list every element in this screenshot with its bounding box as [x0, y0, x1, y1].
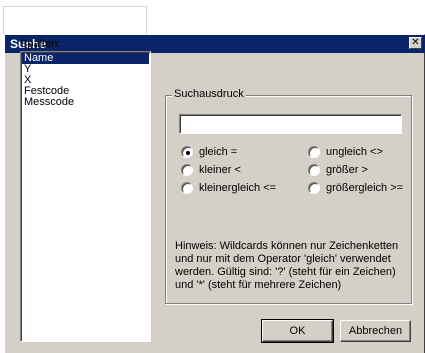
radio-button-icon [181, 164, 193, 176]
radio-label: kleiner < [199, 164, 241, 176]
radio-button-icon [308, 182, 320, 194]
radio-button-icon [308, 146, 320, 158]
search-expression-title: Suchausdruck [172, 88, 246, 101]
columns-listbox[interactable]: Name Y X Festcode Messcode [20, 51, 151, 342]
radio-label: gleich = [199, 146, 238, 158]
columns-label: Spalten: [20, 38, 61, 50]
radio-dot-icon [186, 151, 190, 155]
list-item[interactable]: Y [22, 64, 149, 75]
ok-button[interactable]: OK [261, 319, 334, 343]
background-window-stub [3, 6, 147, 34]
list-item[interactable]: Messcode [22, 97, 149, 108]
radio-label: größer > [326, 164, 368, 176]
search-input[interactable] [179, 114, 402, 134]
radio-label: größergleich >= [326, 182, 404, 194]
radio-label: ungleich <> [326, 146, 383, 158]
cancel-button[interactable]: Abbrechen [340, 320, 411, 342]
wildcard-hint: Hinweis: Wildcards können nur Zeichenket… [175, 240, 399, 291]
radio-button-icon [308, 164, 320, 176]
radio-label: kleinergleich <= [199, 182, 277, 194]
close-icon[interactable]: ✕ [409, 37, 422, 49]
list-item[interactable]: Name [22, 53, 149, 64]
radio-button-icon [181, 182, 193, 194]
radio-button-icon [181, 146, 193, 158]
